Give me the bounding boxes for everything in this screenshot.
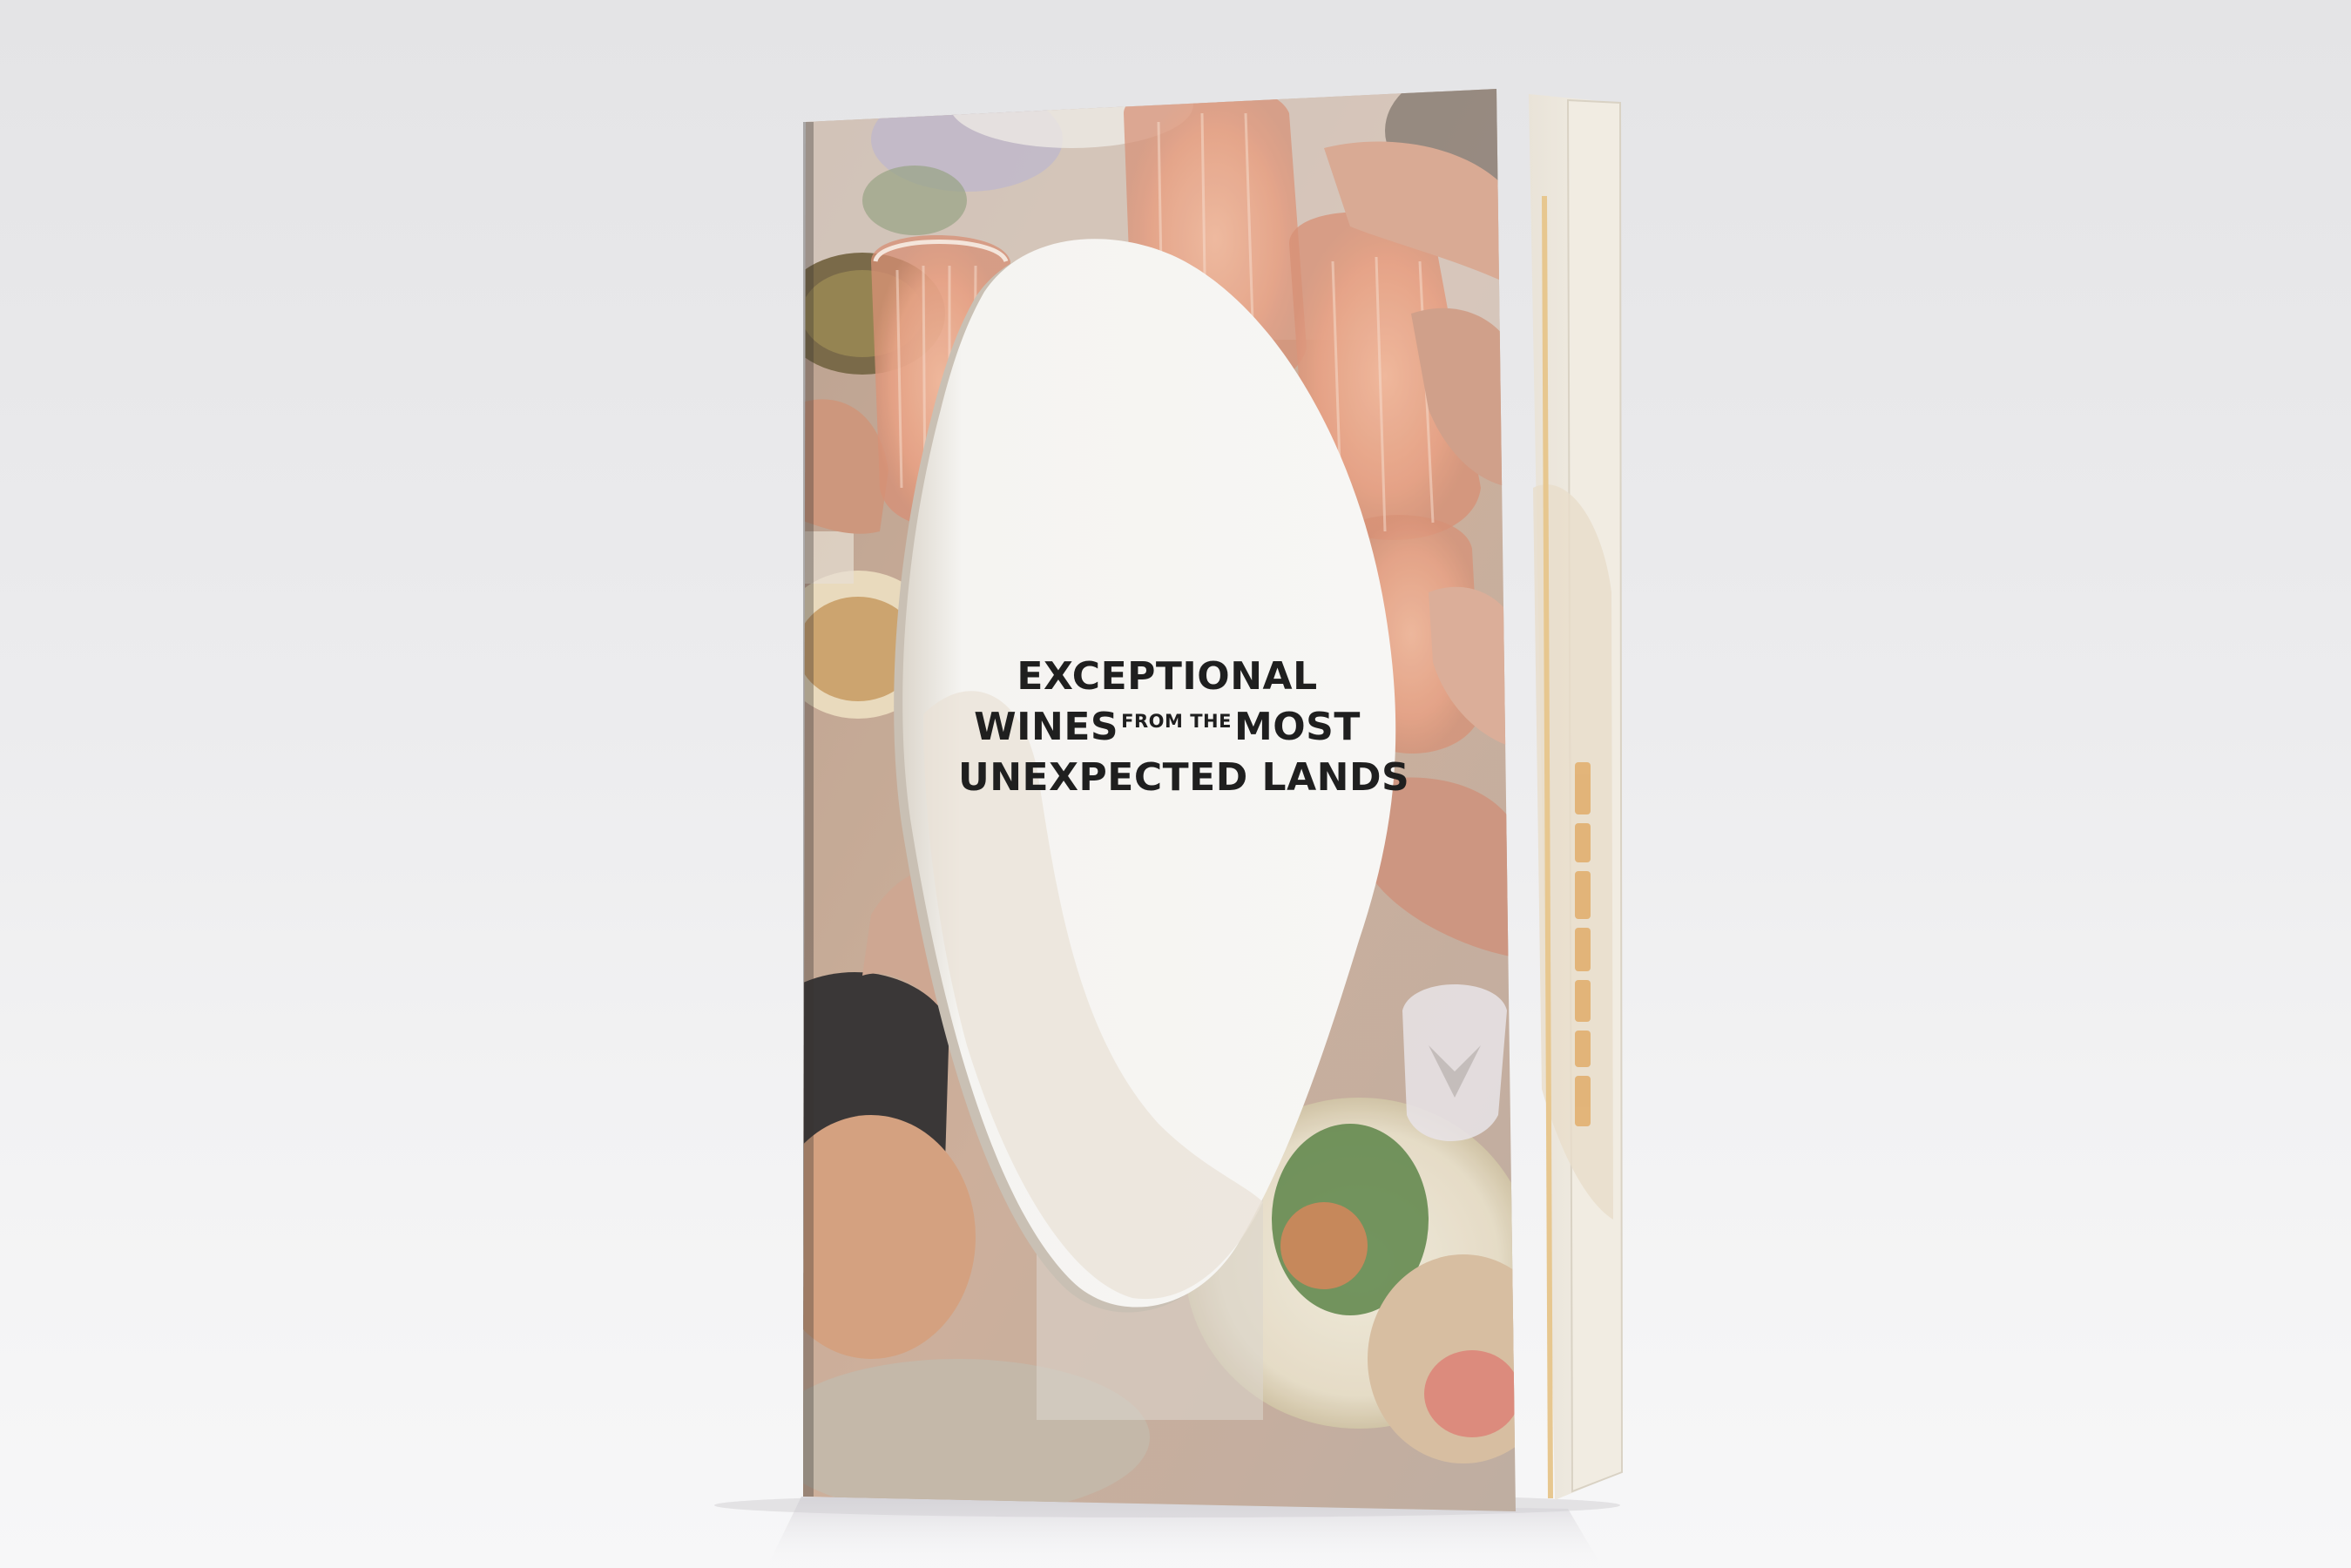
cover-title: EXCEPTIONAL WINES FROM THEMOST UNEXPECTED… — [958, 654, 1410, 809]
title-word-wines: WINES — [974, 705, 1119, 749]
title-line-3: UNEXPECTED LANDS — [958, 755, 1410, 800]
cover-edge — [803, 122, 814, 1497]
product-photo-scene: EXCEPTIONAL WINES FROM THEMOST UNEXPECTED… — [0, 0, 2351, 1568]
title-line-2: WINES FROM THEMOST — [958, 708, 1376, 747]
title-line-1: EXCEPTIONAL — [1017, 654, 1318, 699]
title-word-most: MOST — [1233, 705, 1361, 749]
title-word-from-the: FROM THE — [1121, 711, 1232, 732]
